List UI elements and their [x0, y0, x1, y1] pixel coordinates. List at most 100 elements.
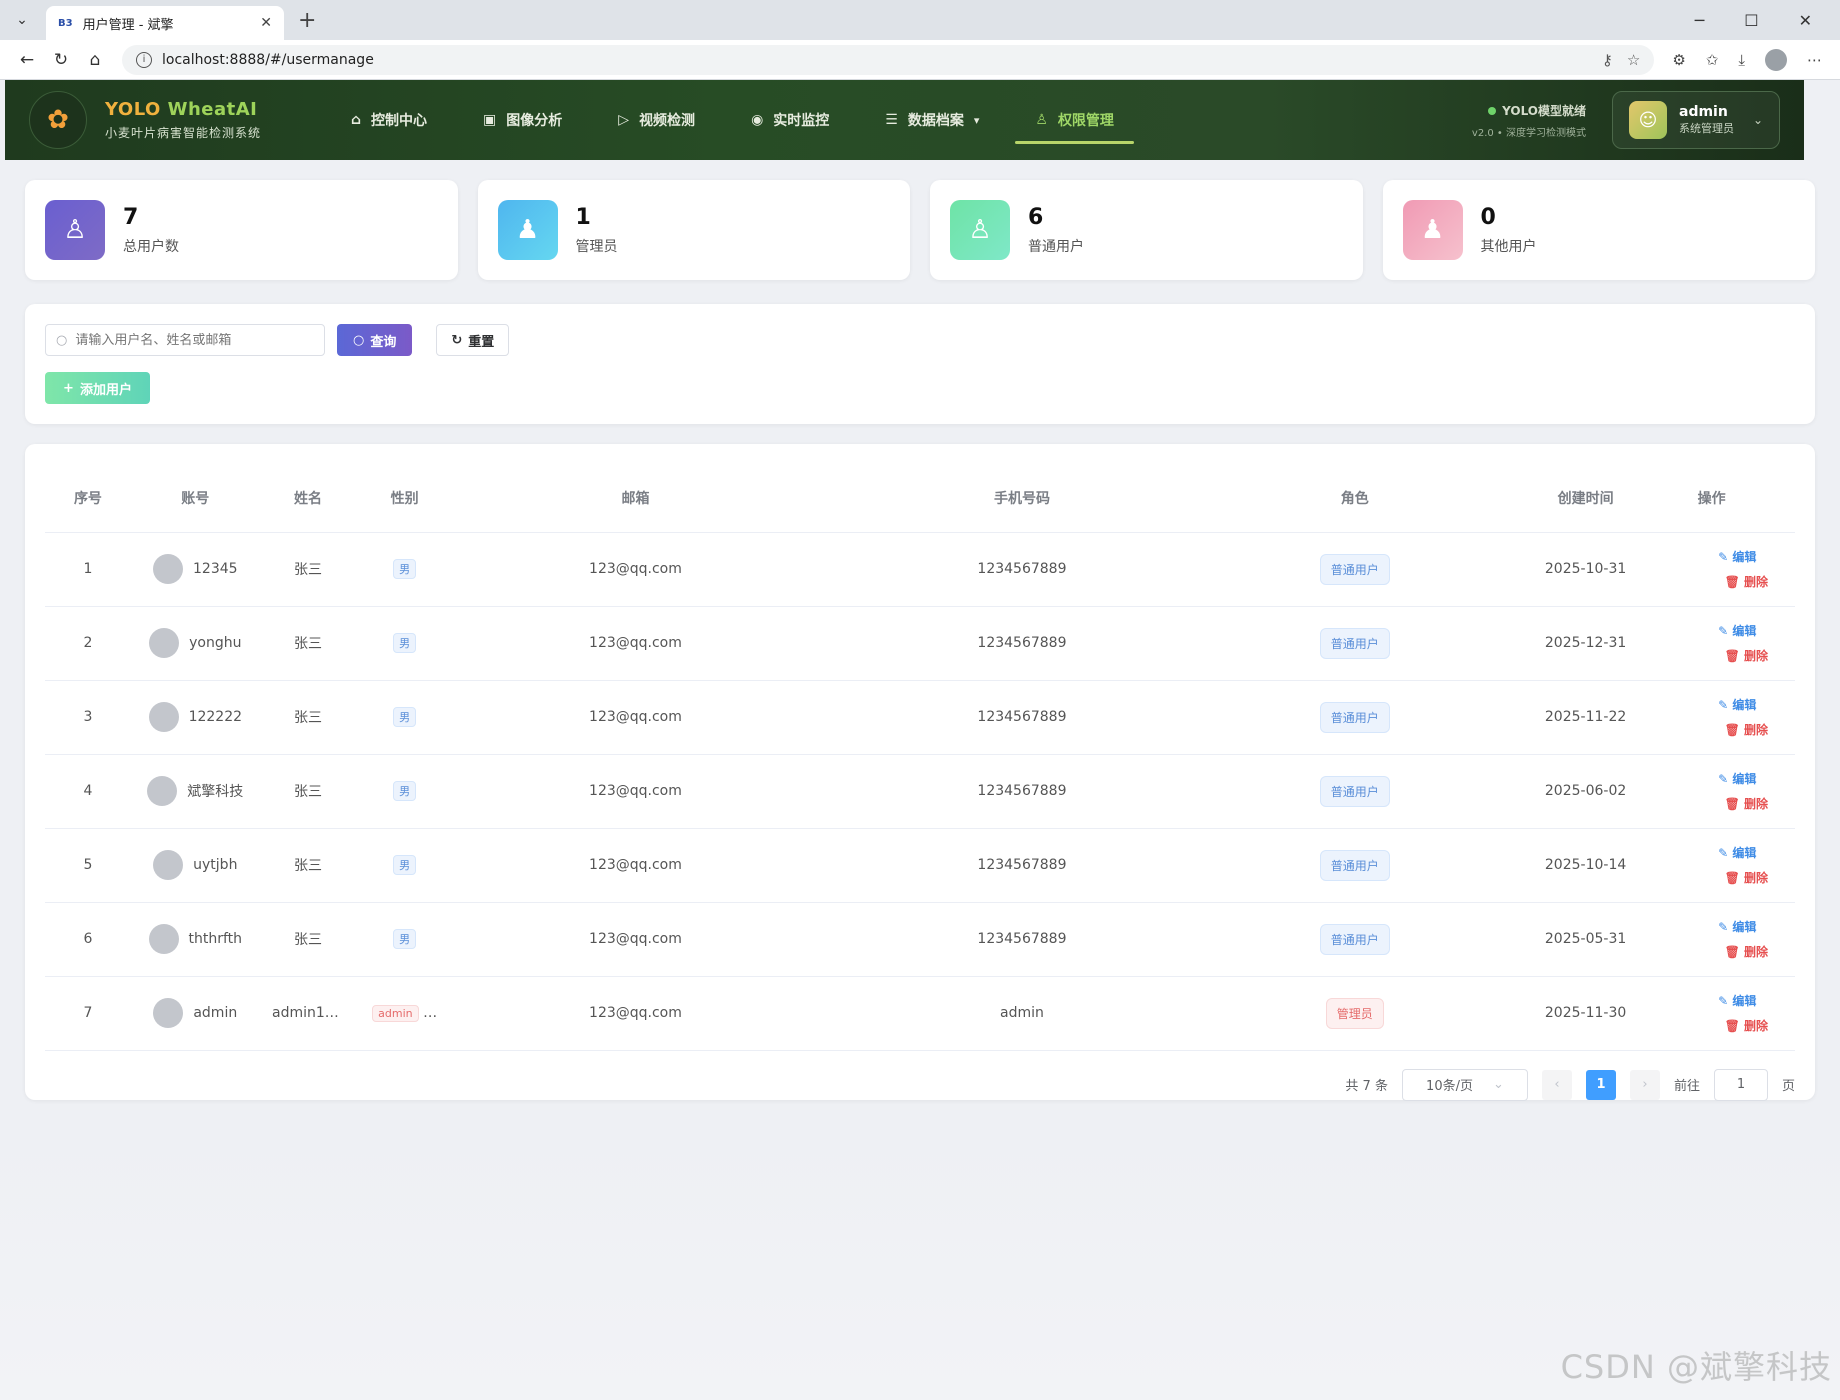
table-row: 7 admin admin11... admin … 123@qq.com ad… — [45, 976, 1795, 1051]
avatar — [153, 850, 184, 880]
nav-item-live-monitor[interactable]: ◉ 实时监控 — [723, 80, 857, 160]
brand: YOLO WheatAI 小麦叶片病害智能检测系统 — [105, 99, 261, 141]
add-user-button[interactable]: + 添加用户 — [45, 372, 150, 404]
user-icon: ♙ — [1035, 112, 1048, 128]
nav-item-dashboard[interactable]: ⌂ 控制中心 — [323, 80, 455, 160]
trash-icon: 🗑 — [1724, 945, 1744, 959]
user-avatar-icon: ☺ — [1629, 101, 1667, 139]
filter-panel: ○ ○查询 ↻重置 +添加用户 — [25, 304, 1815, 424]
page-number-button[interactable]: 1 — [1585, 1069, 1616, 1100]
search-icon: ○ — [353, 332, 365, 348]
edit-button[interactable]: ✎ 编辑 — [1718, 992, 1756, 1009]
tab-title: 用户管理 - 斌擎 — [82, 17, 174, 33]
favorite-star-icon[interactable]: ☆ — [1627, 51, 1640, 69]
minimize-icon[interactable]: ─ — [1695, 11, 1705, 30]
download-icon[interactable]: ⤓ — [1738, 51, 1745, 69]
close-window-icon[interactable]: ✕ — [1799, 11, 1812, 30]
reset-button[interactable]: ↻ 重置 — [436, 324, 510, 356]
edit-icon: ✎ — [1718, 550, 1733, 564]
brand-subtitle: 小麦叶片病害智能检测系统 — [105, 126, 262, 140]
search-input[interactable]: ○ — [45, 324, 325, 356]
delete-button[interactable]: 🗑 删除 — [1725, 795, 1768, 812]
extensions-icon[interactable]: ⚙ — [1672, 51, 1685, 69]
col-actions: 操作 — [1687, 464, 1795, 533]
col-index: 序号 — [45, 464, 131, 533]
site-info-icon[interactable]: i — [136, 51, 152, 68]
new-tab-icon[interactable]: + — [298, 8, 316, 33]
table-row: 2 yonghu 张三 男 123@qq.com 1234567889 普通用户… — [45, 606, 1795, 681]
admin-user-icon: ♟ — [497, 200, 558, 260]
main-nav: ⌂ 控制中心 ▣ 图像分析 ▷ 视频检测 ◉ 实时监控 ☰ 数据档案 ▾ ♙ 权限管理 — [323, 80, 1142, 160]
profile-avatar[interactable] — [1765, 48, 1787, 71]
nav-item-video-detection[interactable]: ▷ 视频检测 — [590, 80, 723, 160]
col-role: 角色 — [1225, 464, 1484, 533]
user-icon: ♙ — [950, 200, 1010, 260]
role-tag: 普通用户 — [1319, 553, 1390, 585]
table-row: 5 uytjbh 张三 男 123@qq.com 1234567889 普通用户… — [45, 828, 1795, 903]
browser-tabbar: ⌄ B3 用户管理 - 斌擎 ✕ + ─ ☐ ✕ — [0, 0, 1840, 40]
goto-page-input[interactable]: 1 — [1713, 1068, 1768, 1101]
edit-button[interactable]: ✎ 编辑 — [1718, 696, 1756, 713]
gender-tag: 男 — [393, 781, 417, 801]
home-icon[interactable]: ⌂ — [78, 50, 112, 70]
delete-button[interactable]: 🗑 删除 — [1725, 721, 1768, 738]
search-icon: ○ — [56, 332, 68, 348]
stat-card-other: ♟ 0 其他用户 — [1382, 180, 1815, 280]
brand-name: YOLO WheatAI — [105, 99, 258, 120]
table-row: 4 斌擎科技 张三 男 123@qq.com 1234567889 普通用户 2… — [45, 754, 1795, 829]
reload-icon[interactable]: ↻ — [44, 50, 78, 70]
gender-tag: 男 — [393, 855, 417, 875]
tab-list-chevron-icon[interactable]: ⌄ — [8, 6, 36, 34]
trash-icon: 🗑 — [1724, 575, 1744, 589]
gender-tag: admin — [372, 1004, 419, 1022]
edit-button[interactable]: ✎ 编辑 — [1718, 844, 1756, 861]
avatar — [147, 776, 178, 806]
document-icon: ☰ — [885, 112, 898, 128]
url-field[interactable]: i localhost:8888/#/usermanage ⚷ ☆ — [122, 44, 1655, 75]
delete-button[interactable]: 🗑 删除 — [1725, 573, 1768, 590]
edit-icon: ✎ — [1718, 624, 1733, 638]
prev-page-button[interactable]: ‹ — [1541, 1069, 1572, 1100]
next-page-button[interactable]: › — [1629, 1069, 1660, 1100]
browser-tab[interactable]: B3 用户管理 - 斌擎 ✕ — [46, 6, 284, 40]
avatar — [148, 702, 179, 732]
stat-card-admin: ♟ 1 管理员 — [477, 180, 910, 280]
url-text: localhost:8888/#/usermanage — [162, 51, 374, 68]
col-phone: 手机号码 — [817, 464, 1226, 533]
edit-button[interactable]: ✎ 编辑 — [1718, 622, 1756, 639]
maximize-icon[interactable]: ☐ — [1744, 11, 1758, 30]
avatar — [149, 628, 180, 658]
edit-icon: ✎ — [1718, 698, 1733, 712]
edit-button[interactable]: ✎ 编辑 — [1718, 918, 1756, 935]
delete-button[interactable]: 🗑 删除 — [1725, 869, 1768, 886]
total-count: 共 7 条 — [1345, 1079, 1388, 1094]
gender-tag: 男 — [393, 929, 417, 949]
col-account: 账号 — [130, 464, 260, 533]
back-icon[interactable]: ← — [10, 50, 44, 70]
close-tab-icon[interactable]: ✕ — [260, 15, 272, 31]
trash-icon: 🗑 — [1724, 1019, 1744, 1033]
search-field[interactable] — [75, 332, 306, 348]
gender-tag: 男 — [393, 633, 417, 653]
query-button[interactable]: ○ 查询 — [337, 324, 413, 356]
favorites-icon[interactable]: ✩ — [1706, 51, 1719, 69]
delete-button[interactable]: 🗑 删除 — [1725, 1017, 1768, 1034]
edit-icon: ✎ — [1718, 846, 1733, 860]
more-menu-icon[interactable]: ⋯ — [1807, 51, 1822, 69]
key-icon[interactable]: ⚷ — [1602, 51, 1613, 69]
edit-button[interactable]: ✎ 编辑 — [1718, 770, 1756, 787]
nav-item-image-analysis[interactable]: ▣ 图像分析 — [455, 80, 590, 160]
plus-icon: + — [63, 380, 74, 396]
role-tag: 普通用户 — [1319, 701, 1390, 733]
trash-icon: 🗑 — [1724, 723, 1744, 737]
play-circle-icon: ▷ — [618, 112, 630, 128]
user-name: admin — [1679, 104, 1728, 120]
nav-item-permissions[interactable]: ♙ 权限管理 — [1007, 80, 1142, 160]
page-suffix: 页 — [1781, 1079, 1795, 1094]
delete-button[interactable]: 🗑 删除 — [1725, 647, 1768, 664]
delete-button[interactable]: 🗑 删除 — [1725, 943, 1768, 960]
page-size-select[interactable]: 10条/页 ⌄ — [1401, 1068, 1528, 1101]
nav-item-data-archive[interactable]: ☰ 数据档案 ▾ — [857, 80, 1007, 160]
edit-button[interactable]: ✎ 编辑 — [1718, 548, 1756, 565]
user-menu[interactable]: ☺ admin 系统管理员 ⌄ — [1612, 91, 1780, 149]
